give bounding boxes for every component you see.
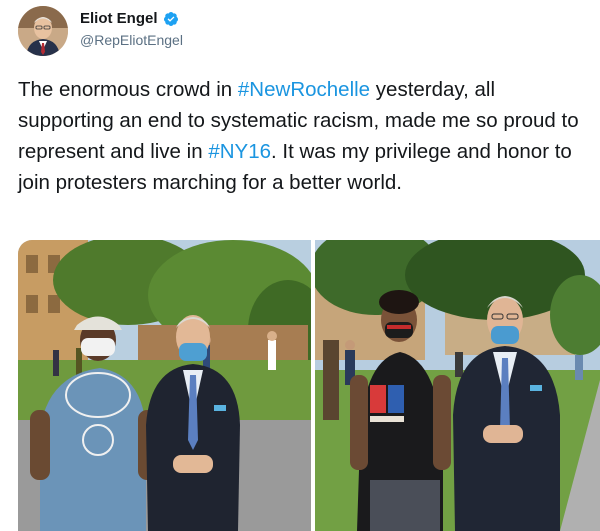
avatar-image xyxy=(18,6,68,56)
author-handle[interactable]: @RepEliotEngel xyxy=(80,32,183,48)
tweet-card: Eliot Engel @RepEliotEngel The enormous … xyxy=(0,0,600,531)
tweet-text: The enormous crowd in #NewRochelle yeste… xyxy=(18,74,588,198)
author-row: Eliot Engel xyxy=(80,10,179,27)
hashtag-link-newrochelle[interactable]: #NewRochelle xyxy=(238,78,370,101)
photo-right[interactable] xyxy=(315,240,600,531)
photo-left[interactable] xyxy=(18,240,311,531)
photo-left-image xyxy=(18,240,311,531)
author-name[interactable]: Eliot Engel xyxy=(80,10,158,27)
avatar[interactable] xyxy=(18,6,68,56)
hashtag-link-ny16[interactable]: #NY16 xyxy=(208,140,271,163)
verified-badge-icon xyxy=(163,11,178,26)
photo-right-image xyxy=(315,240,600,531)
tweet-text-segment: The enormous crowd in xyxy=(18,78,238,101)
media-grid xyxy=(18,240,600,531)
